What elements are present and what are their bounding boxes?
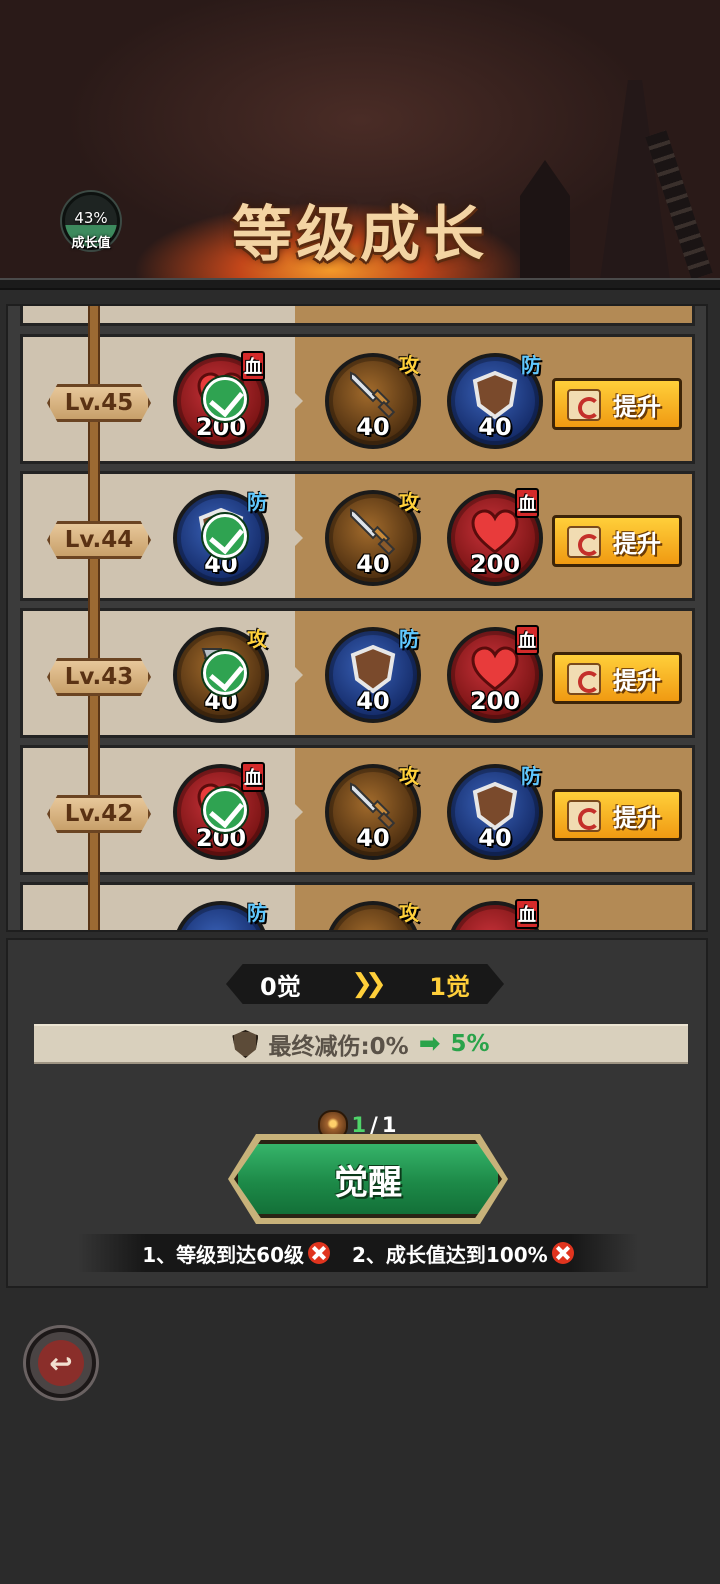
back-button[interactable]: ↩ [26, 1328, 96, 1398]
reward-tag: 防 [247, 901, 267, 925]
claimed-check-icon [203, 651, 247, 695]
reward-value: 40 [356, 824, 390, 852]
header-divider [0, 278, 720, 290]
hp-reward-icon: 血 200 [173, 351, 269, 449]
level-tag: Lv.44 [47, 521, 151, 559]
upgrade-button-label: 提升 [613, 803, 661, 832]
claimed-check-icon [203, 788, 247, 832]
attack-reward-icon: 攻 40 [325, 353, 421, 449]
reward-tag: 攻 [399, 764, 419, 788]
reward-value: 40 [478, 413, 512, 441]
defense-reward-icon: 防 40 [325, 627, 421, 723]
level-row-partial-bottom: 防 攻 血 [20, 882, 695, 930]
scroll-icon [567, 526, 601, 558]
upgrade-button-label: 提升 [613, 392, 661, 421]
reward-value: 40 [356, 550, 390, 578]
reward-value: 40 [356, 413, 390, 441]
defense-reward-icon: 防 40 [447, 764, 543, 860]
awaken-stage-bar: 0觉 ❯❯ 1觉 [226, 964, 504, 1004]
reward-tag: 血 [515, 625, 539, 655]
reward-tag: 攻 [247, 627, 267, 651]
scroll-icon [567, 800, 601, 832]
claimed-check-icon [203, 377, 247, 421]
level-row: Lv.42 血 200 攻 40 防 40 提升 [20, 745, 695, 875]
reward-value: 40 [478, 824, 512, 852]
condition-text: 2、成长值达到100% [352, 1242, 548, 1267]
damage-reduction-next: 5% [450, 1031, 490, 1057]
reward-tag: 防 [247, 490, 267, 514]
level-list[interactable]: Lv.45 血 200 攻 40 防 40 提升 Lv.44 防 40 攻 40… [6, 304, 708, 932]
upgrade-button[interactable]: 提升 [552, 378, 682, 430]
reward-tag: 攻 [399, 353, 419, 377]
awaken-panel: 0觉 ❯❯ 1觉 最终减伤:0% ➡ 5% 1/1 觉醒 1、等级到达60级 2… [6, 938, 708, 1288]
upgrade-button-label: 提升 [613, 529, 661, 558]
scroll-icon [567, 389, 601, 421]
attack-reward-icon: 攻 40 [325, 764, 421, 860]
growth-percent: 43% [74, 209, 108, 227]
level-row-partial-top [20, 306, 695, 326]
damage-reduction-current: 最终减伤:0% [268, 1034, 409, 1060]
level-tag: Lv.43 [47, 658, 151, 696]
reward-value: 200 [469, 687, 521, 715]
shield-icon [232, 1030, 259, 1058]
reward-value: 200 [469, 550, 521, 578]
reward-tag: 攻 [399, 490, 419, 514]
reward-tag: 血 [241, 762, 265, 792]
condition-item: 2、成长值达到100% [352, 1239, 574, 1268]
reward-tag: 血 [515, 488, 539, 518]
unmet-x-icon [308, 1242, 331, 1264]
level-row: Lv.44 防 40 攻 40 血 200 提升 [20, 471, 695, 601]
reward-tag: 血 [241, 351, 265, 381]
claimed-check-icon [203, 514, 247, 558]
awaken-to: 1觉 [429, 972, 470, 1001]
level-tag: Lv.45 [47, 384, 151, 422]
reward-tag: 防 [399, 627, 419, 651]
back-arrow-icon: ↩ [38, 1340, 84, 1386]
hp-reward-icon: 血 200 [447, 488, 543, 586]
cost-separator: / [370, 1113, 378, 1137]
reward-tag: 攻 [399, 901, 419, 925]
attack-reward-icon: 攻 40 [325, 490, 421, 586]
upgrade-button-label: 提升 [613, 666, 661, 695]
upgrade-button[interactable]: 提升 [552, 515, 682, 567]
upgrade-button[interactable]: 提升 [552, 652, 682, 704]
hp-reward-icon: 血 200 [173, 762, 269, 860]
hp-reward-icon: 血 200 [447, 625, 543, 723]
hp-reward-icon: 血 [447, 899, 543, 930]
awaken-from: 0觉 [260, 972, 301, 1001]
awaken-conditions: 1、等级到达60级 2、成长值达到100% [78, 1234, 638, 1272]
reward-value: 40 [356, 687, 390, 715]
level-tag: Lv.42 [47, 795, 151, 833]
cost-have: 1 [351, 1113, 367, 1137]
reward-tag: 防 [521, 764, 541, 788]
attack-reward-icon: 攻 [325, 901, 421, 930]
level-row: Lv.43 攻 40 防 40 血 200 提升 [20, 608, 695, 738]
reward-tag: 血 [515, 899, 539, 929]
header-banner: 等级成长 43% 成长值 [0, 0, 720, 290]
double-chevron-right-icon: ❯❯ [351, 969, 386, 999]
condition-item: 1、等级到达60级 [142, 1239, 331, 1268]
growth-label: 成长值 [71, 236, 111, 251]
awaken-button[interactable]: 觉醒 [234, 1140, 502, 1218]
defense-reward-icon: 防 40 [447, 353, 543, 449]
attack-reward-icon: 攻 40 [173, 627, 269, 723]
arrow-right-icon: ➡ [418, 1029, 441, 1059]
defense-reward-icon: 防 40 [173, 490, 269, 586]
reward-tag: 防 [521, 353, 541, 377]
damage-reduction-bar: 最终减伤:0% ➡ 5% [34, 1024, 688, 1064]
defense-reward-icon: 防 [173, 901, 269, 930]
cost-need: 1 [381, 1113, 397, 1137]
level-row: Lv.45 血 200 攻 40 防 40 提升 [20, 334, 695, 464]
condition-text: 1、等级到达60级 [142, 1242, 305, 1267]
upgrade-button[interactable]: 提升 [552, 789, 682, 841]
scroll-icon [567, 663, 601, 695]
unmet-x-icon [551, 1242, 574, 1264]
